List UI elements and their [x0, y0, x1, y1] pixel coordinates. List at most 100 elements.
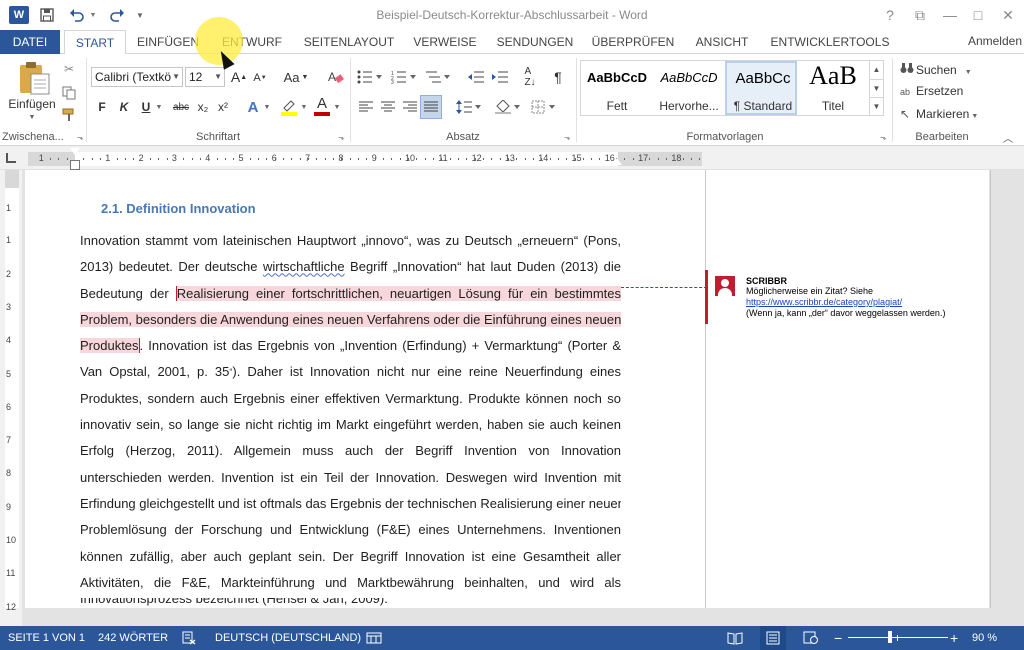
underline-button[interactable]: U	[138, 97, 154, 117]
styles-scroll[interactable]: ▲ ▼ ▼	[870, 60, 884, 116]
first-line-indent-marker[interactable]	[70, 148, 80, 155]
more-styles-icon[interactable]: ▼	[870, 97, 883, 115]
scroll-down-icon[interactable]: ▼	[870, 79, 883, 97]
spelling-flag[interactable]: wirtschaftliche	[263, 259, 345, 274]
styles-launcher-icon[interactable]: ⬎	[880, 133, 887, 142]
tab-mailings[interactable]: SENDUNGEN	[492, 30, 578, 54]
maximize-icon[interactable]: □	[966, 5, 990, 25]
copy-icon[interactable]	[60, 84, 78, 102]
align-left-icon[interactable]	[356, 96, 376, 118]
change-case-button[interactable]: Aa ▼	[280, 67, 312, 87]
text-effects-button[interactable]: A	[244, 96, 262, 118]
proofing-icon[interactable]	[182, 626, 196, 650]
comment-balloon[interactable]: SCRIBBR Möglicherweise ein Zitat? Siehe …	[705, 270, 965, 324]
grow-font-button[interactable]: A ▲	[230, 67, 248, 87]
justify-icon[interactable]	[420, 95, 442, 119]
font-color-dropdown-icon[interactable]: ▼	[332, 99, 342, 115]
superscript-button[interactable]: x²	[214, 97, 232, 117]
zoom-in-icon[interactable]: +	[950, 626, 958, 650]
subscript-button[interactable]: x₂	[194, 97, 212, 117]
page[interactable]: 2.1. Definition Innovation Innovation st…	[25, 170, 991, 608]
section-heading[interactable]: 2.1. Definition Innovation	[101, 201, 256, 216]
macro-icon[interactable]	[366, 626, 382, 650]
paste-button[interactable]: Einfügen	[4, 96, 60, 112]
zoom-level[interactable]: 90 %	[972, 626, 997, 650]
sign-in-link[interactable]: Anmelden	[968, 30, 1022, 52]
vertical-ruler[interactable]: 1 1 2 3 4 5 6 7 8 9 10 11 12	[0, 170, 22, 626]
multilevel-list-icon[interactable]	[424, 66, 452, 88]
commented-text[interactable]: Produktes	[80, 338, 139, 354]
align-center-icon[interactable]	[378, 96, 398, 118]
shading-icon[interactable]	[494, 96, 522, 118]
align-right-icon[interactable]	[400, 96, 420, 118]
comment-link[interactable]: https://www.scribbr.de/category/plagiat/	[746, 297, 902, 307]
tab-insert[interactable]: EINFÜGEN	[134, 30, 202, 54]
close-icon[interactable]: ✕	[996, 5, 1020, 25]
show-marks-button[interactable]: ¶	[548, 66, 568, 88]
replace-button[interactable]: ab Ersetzen	[900, 84, 963, 98]
document-area[interactable]: 2.1. Definition Innovation Innovation st…	[22, 170, 1024, 626]
tab-file[interactable]: DATEI	[0, 30, 60, 54]
text-line: können zufällig, aber auch geplant sein.…	[80, 548, 621, 564]
commented-text[interactable]: Realisierung einer fortschrittlichen, ne…	[175, 285, 621, 301]
minimize-icon[interactable]: —	[938, 5, 962, 25]
cut-icon[interactable]: ✂	[60, 60, 78, 78]
word-count[interactable]: 242 WÖRTER	[98, 626, 168, 650]
page-count[interactable]: SEITE 1 VON 1	[8, 626, 85, 650]
collapse-ribbon-icon[interactable]: ︿	[1000, 130, 1016, 145]
format-painter-icon[interactable]	[60, 106, 78, 124]
tab-start[interactable]: START	[64, 30, 126, 55]
help-icon[interactable]: ?	[878, 5, 902, 25]
style-bold[interactable]: AaBbCcD Fett	[581, 61, 653, 115]
increase-indent-icon[interactable]	[490, 66, 510, 88]
highlight-dropdown-icon[interactable]: ▼	[299, 99, 309, 115]
tab-review[interactable]: ÜBERPRÜFEN	[590, 30, 676, 54]
zoom-out-icon[interactable]: −	[834, 626, 842, 650]
font-name-combo[interactable]: Calibri (Textkö ▼	[91, 67, 183, 87]
underline-dropdown-icon[interactable]: ▼	[154, 99, 164, 115]
read-mode-icon[interactable]	[727, 626, 743, 650]
numbering-icon[interactable]: 123	[390, 66, 418, 88]
find-button[interactable]: Suchen ▼	[900, 62, 972, 77]
clipboard-launcher-icon[interactable]: ⬎	[77, 133, 84, 142]
style-title[interactable]: AaB Titel	[797, 61, 869, 115]
paste-dropdown-icon[interactable]: ▼	[24, 112, 40, 122]
paste-icon[interactable]	[14, 58, 54, 98]
zoom-slider-thumb[interactable]	[888, 631, 892, 643]
body-paragraph[interactable]: Innovation stammt vom lateinischen Haupt…	[80, 228, 621, 596]
paragraph-launcher-icon[interactable]: ⬎	[564, 133, 571, 142]
tab-developer[interactable]: ENTWICKLERTOOLS	[770, 30, 890, 54]
font-size-combo[interactable]: 12 ▼	[185, 67, 225, 87]
scroll-up-icon[interactable]: ▲	[870, 61, 883, 79]
text-effects-dropdown-icon[interactable]: ▼	[262, 99, 272, 115]
shrink-font-button[interactable]: A ▼	[252, 69, 268, 87]
highlight-icon[interactable]	[279, 96, 299, 118]
font-launcher-icon[interactable]: ⬎	[338, 133, 345, 142]
ribbon-options-icon[interactable]: ⧉	[908, 5, 932, 25]
horizontal-ruler[interactable]: 1123456789101112131415161718	[0, 146, 1024, 170]
clear-formatting-icon[interactable]: A	[326, 66, 346, 88]
strikethrough-button[interactable]: abc	[170, 97, 192, 117]
font-color-button[interactable]: A	[313, 94, 331, 118]
tab-page-layout[interactable]: SEITENLAYOUT	[300, 30, 398, 54]
commented-text[interactable]: Problem, besonders die Anwendung eines n…	[80, 311, 621, 327]
right-indent-marker[interactable]	[612, 158, 622, 165]
style-emphasis[interactable]: AaBbCcD Hervorhe...	[653, 61, 725, 115]
select-button[interactable]: ↖ Markieren ▼	[900, 107, 978, 121]
italic-button[interactable]: K	[116, 97, 132, 117]
tab-view[interactable]: ANSICHT	[690, 30, 754, 54]
language-indicator[interactable]: DEUTSCH (DEUTSCHLAND)	[215, 626, 361, 650]
left-indent-marker[interactable]	[70, 160, 80, 170]
line-spacing-icon[interactable]	[454, 96, 484, 118]
tab-stop-selector-icon[interactable]	[6, 153, 16, 163]
tab-references[interactable]: VERWEISE	[412, 30, 478, 54]
style-normal[interactable]: AaBbCc ¶ Standard	[725, 61, 797, 115]
bullets-icon[interactable]	[356, 66, 384, 88]
sort-icon[interactable]: A Z↓	[520, 66, 540, 88]
zoom-slider[interactable]	[848, 637, 948, 638]
borders-icon[interactable]	[530, 96, 558, 118]
decrease-indent-icon[interactable]	[466, 66, 486, 88]
bold-button[interactable]: F	[94, 97, 110, 117]
web-layout-icon[interactable]	[803, 626, 819, 650]
print-layout-icon[interactable]	[760, 626, 786, 650]
